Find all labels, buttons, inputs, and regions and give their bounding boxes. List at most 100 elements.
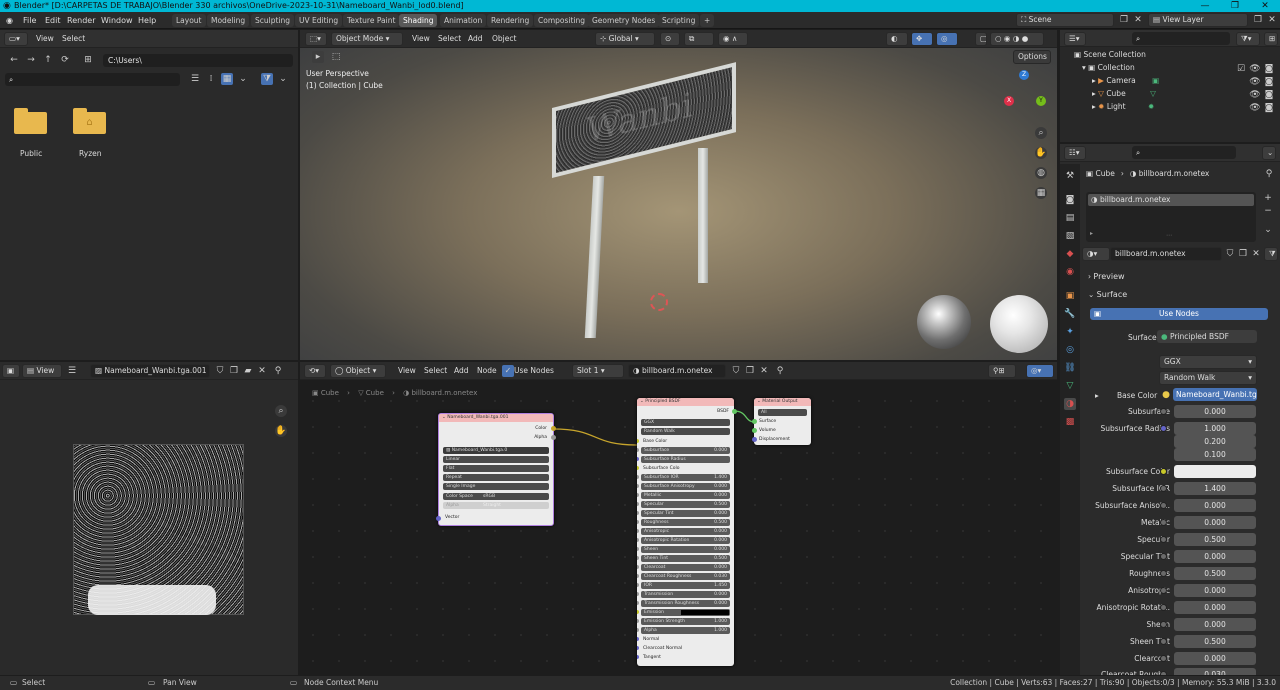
bsdf-input-socket[interactable]: [637, 646, 639, 650]
bsdf-input-socket[interactable]: [637, 547, 639, 551]
subsurface-method-dropdown[interactable]: Random Walk ▾: [1159, 371, 1257, 385]
socket-link-icon[interactable]: [1160, 519, 1167, 526]
back-arrow-icon[interactable]: ←: [8, 54, 20, 66]
editor-type-folder-icon[interactable]: ▭▾: [4, 32, 28, 46]
pan-hand-icon[interactable]: ✋: [275, 425, 287, 437]
bsdf-input-socket[interactable]: [637, 583, 639, 587]
texture-link-icon[interactable]: ●: [1160, 389, 1172, 401]
bsdf-input-row[interactable]: Emission: [641, 609, 730, 616]
property-value-field[interactable]: 0.000: [1174, 618, 1256, 631]
pivot-icon[interactable]: ⊙: [660, 32, 680, 46]
material-selector[interactable]: ◑ billboard.m.onetex: [628, 364, 726, 378]
fake-user-shield-icon[interactable]: ⛉: [1224, 248, 1236, 260]
bsdf-input-socket[interactable]: [637, 475, 639, 479]
menu-select[interactable]: Select: [438, 34, 461, 43]
viewport-3d[interactable]: ⬚▾ Object Mode ▾ View Select Add Object …: [300, 30, 1057, 360]
camera-view-icon[interactable]: ◍: [1035, 167, 1047, 179]
projection-dropdown[interactable]: Flat: [443, 465, 549, 472]
shader-type-dropdown[interactable]: ◯ Object ▾: [330, 364, 386, 378]
source-dropdown[interactable]: Single Image: [443, 483, 549, 490]
physics-tab-icon[interactable]: ◎: [1064, 344, 1076, 356]
slot-menu-chevron-icon[interactable]: ⌄: [1262, 224, 1274, 236]
bsdf-input-socket[interactable]: [637, 556, 639, 560]
hamburger-menu-icon[interactable]: ☰: [66, 365, 78, 377]
new-folder-icon[interactable]: ⊞: [82, 54, 94, 66]
close-icon[interactable]: ✕: [1132, 14, 1144, 26]
filter-icon[interactable]: ⧩: [261, 73, 273, 85]
bsdf-input-row[interactable]: Sheen 0.000: [641, 546, 730, 553]
toolbar-toggle-icon[interactable]: ▸: [312, 51, 324, 63]
bsdf-input-socket[interactable]: [637, 592, 639, 596]
material-tab-icon[interactable]: ◑: [1064, 398, 1076, 410]
outliner-light[interactable]: ▸ ✹ Light ✹: [1092, 102, 1154, 111]
material-slot-list[interactable]: ◑ billboard.m.onetex ▸ ⋯: [1086, 192, 1256, 242]
shader-node-editor[interactable]: ⟲▾ ◯ Object ▾ View Select Add Node ✓ Use…: [300, 362, 1057, 675]
bsdf-output-socket[interactable]: [732, 409, 737, 414]
bsdf-input-socket[interactable]: [637, 610, 639, 614]
property-value-field[interactable]: 0.000: [1174, 516, 1256, 529]
render-camera-icon[interactable]: ◙: [1263, 76, 1275, 88]
tab-layout[interactable]: Layout: [172, 14, 206, 27]
scene-tab-icon[interactable]: ◆: [1064, 248, 1076, 260]
remove-slot-icon[interactable]: −: [1262, 205, 1274, 217]
bsdf-input-socket[interactable]: [637, 601, 639, 605]
view-layer-tab-icon[interactable]: ▧: [1064, 230, 1076, 242]
menu-view[interactable]: View: [36, 34, 54, 43]
3d-cursor-icon[interactable]: [650, 293, 668, 311]
render-camera-icon[interactable]: ◙: [1263, 63, 1275, 75]
property-value-field[interactable]: 0.200: [1174, 435, 1256, 448]
section-surface[interactable]: ⌄ Surface: [1088, 290, 1127, 299]
object-mode-dropdown[interactable]: Object Mode ▾: [331, 32, 403, 46]
list-view-icon[interactable]: ☰: [189, 73, 201, 85]
view-layer-selector[interactable]: ▤ View Layer: [1148, 13, 1248, 27]
color-swatch[interactable]: [1174, 465, 1256, 478]
thumbnail-list-icon[interactable]: ⁞: [205, 73, 217, 85]
shading-modes[interactable]: ○ ◉ ◑ ●: [990, 32, 1044, 46]
bsdf-input-row[interactable]: Specular 0.500: [641, 501, 730, 508]
bsdf-input-socket[interactable]: [637, 619, 639, 623]
socket-link-icon[interactable]: [1160, 485, 1167, 492]
outliner-collection[interactable]: ▾ ▣ Collection: [1082, 63, 1135, 72]
emission-color-swatch[interactable]: [681, 610, 729, 615]
pin-icon[interactable]: ⚲: [1263, 168, 1275, 180]
sign-post-right[interactable]: [698, 148, 708, 283]
overlay-node-icon[interactable]: ◎▾: [1026, 364, 1054, 378]
bsdf-input-row[interactable]: Metallic 0.000: [641, 492, 730, 499]
filter-icon[interactable]: ⧩▾: [1236, 32, 1260, 46]
bsdf-input-socket[interactable]: [637, 457, 639, 461]
tab-scripting[interactable]: Scripting: [658, 14, 700, 27]
socket-link-icon[interactable]: [1160, 536, 1167, 543]
sign-board[interactable]: Wanbi: [552, 62, 736, 179]
image-datablock[interactable]: ▨ Nameboard_Wanbi.tga.0: [443, 447, 549, 454]
add-slot-icon[interactable]: +: [1262, 192, 1274, 204]
visibility-icon[interactable]: ◐: [886, 32, 908, 46]
menu-object[interactable]: Object: [492, 34, 516, 43]
bsdf-input-socket[interactable]: [637, 565, 639, 569]
bsdf-input-row[interactable]: Subsurface Radius: [641, 456, 730, 463]
bsdf-input-row[interactable]: Anisotropic Rotation 0.000: [641, 537, 730, 544]
options-chevron-icon[interactable]: ⌄: [1262, 146, 1276, 160]
snap-node-icon[interactable]: ⚲⊞: [988, 364, 1016, 378]
add-workspace-icon[interactable]: +: [700, 14, 715, 27]
bsdf-input-socket[interactable]: [637, 538, 639, 542]
property-value-field[interactable]: 0.500: [1174, 567, 1256, 580]
render-tab-icon[interactable]: ◙: [1064, 194, 1076, 206]
visibility-eye-icon[interactable]: 👁: [1249, 89, 1261, 101]
menu-add[interactable]: Add: [468, 34, 483, 43]
bsdf-input-row[interactable]: Normal: [643, 637, 659, 642]
copy-icon[interactable]: ❐: [744, 365, 756, 377]
bsdf-input-row[interactable]: Clearcoat Normal: [643, 646, 682, 651]
new-collection-icon[interactable]: ⊞: [1264, 32, 1278, 46]
property-value-field[interactable]: 0.000: [1174, 652, 1256, 665]
property-value-field[interactable]: 1.400: [1174, 482, 1256, 495]
filter-chevron-icon[interactable]: ⌄: [277, 73, 289, 85]
displacement-input-socket[interactable]: [752, 437, 757, 442]
ortho-grid-icon[interactable]: ▦: [1035, 187, 1047, 199]
property-value-field[interactable]: 1.000: [1174, 422, 1256, 435]
properties-search-input[interactable]: ⌕: [1132, 146, 1236, 159]
bsdf-input-row[interactable]: Roughness 0.500: [641, 519, 730, 526]
bsdf-input-row[interactable]: Emission Strength 1.000: [641, 618, 730, 625]
distribution-dropdown[interactable]: GGX: [641, 419, 730, 426]
bsdf-input-socket[interactable]: [637, 655, 639, 659]
principled-bsdf-node[interactable]: ⌄ Principled BSDF BSDF GGX Random Walk B…: [637, 398, 734, 666]
